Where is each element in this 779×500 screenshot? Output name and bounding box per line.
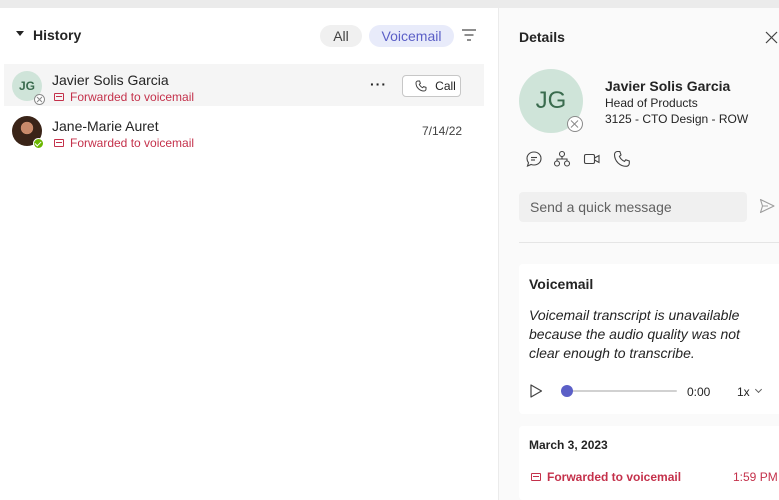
top-bar [0,0,779,8]
contact-name: Javier Solis Garcia [605,78,731,94]
entry-time: 1:59 PM [733,470,778,484]
quick-message-input[interactable] [519,192,747,222]
playback-scrubber-handle[interactable] [561,385,573,397]
phone-icon[interactable] [613,150,631,168]
collapse-caret-icon[interactable] [16,31,24,36]
contact-role: Head of Products [605,96,698,110]
voicemail-status: Forwarded to voicemail [54,136,194,150]
entry-status: Forwarded to voicemail [531,470,681,484]
contact-location: 3125 - CTO Design - ROW [605,112,749,126]
presence-offline-icon [34,94,45,105]
contact-name: Javier Solis Garcia [52,72,169,88]
voicemail-card: Voicemail Voicemail transcript is unavai… [519,264,779,414]
entry-date: March 3, 2023 [529,438,608,452]
voicemail-status-label: Forwarded to voicemail [70,90,195,104]
playback-progress-bar[interactable] [561,390,677,392]
contact-name: Jane-Marie Auret [52,118,159,134]
send-icon[interactable] [759,198,775,214]
call-entry-card: March 3, 2023 Forwarded to voicemail 1:5… [519,426,779,500]
voicemail-card-title: Voicemail [529,276,594,292]
chat-icon[interactable] [525,150,543,168]
history-header: History All Voicemail [0,22,498,50]
call-button[interactable]: Call [402,75,461,97]
history-title[interactable]: History [33,27,81,43]
filter-icon[interactable] [462,29,476,41]
details-title: Details [519,29,565,45]
call-button-label: Call [435,79,456,93]
history-row-javier[interactable]: JG Javier Solis Garcia Forwarded to voic… [4,64,484,106]
voicemail-icon [531,473,541,481]
entry-status-label: Forwarded to voicemail [547,470,682,484]
chevron-down-icon[interactable] [754,385,763,394]
voicemail-icon [54,139,64,147]
presence-offline-icon [567,116,583,132]
voicemail-icon [54,93,64,101]
play-icon[interactable] [529,384,543,398]
playback-speed-select[interactable]: 1x [737,385,750,399]
playback-time: 0:00 [687,385,711,399]
filter-voicemail-tab[interactable]: Voicemail [369,25,454,47]
presence-available-icon [33,138,44,149]
video-call-icon[interactable] [583,150,601,168]
more-options-icon[interactable]: ··· [370,76,387,92]
voicemail-status-label: Forwarded to voicemail [70,136,195,150]
divider [519,242,779,243]
call-date: 7/14/22 [422,124,463,138]
org-chart-icon[interactable] [553,150,571,168]
filter-all-tab[interactable]: All [320,25,362,47]
phone-icon [415,80,427,92]
voicemail-transcript: Voicemail transcript is unavailable beca… [529,307,740,361]
voicemail-status: Forwarded to voicemail [54,90,194,104]
close-icon[interactable] [765,31,778,44]
details-panel: Details JG Javier Solis Garcia Head of P… [498,8,779,500]
history-row-jane[interactable]: Jane-Marie Auret Forwarded to voicemail … [4,110,484,152]
history-panel: History All Voicemail JG Javier Solis Ga… [0,8,498,500]
